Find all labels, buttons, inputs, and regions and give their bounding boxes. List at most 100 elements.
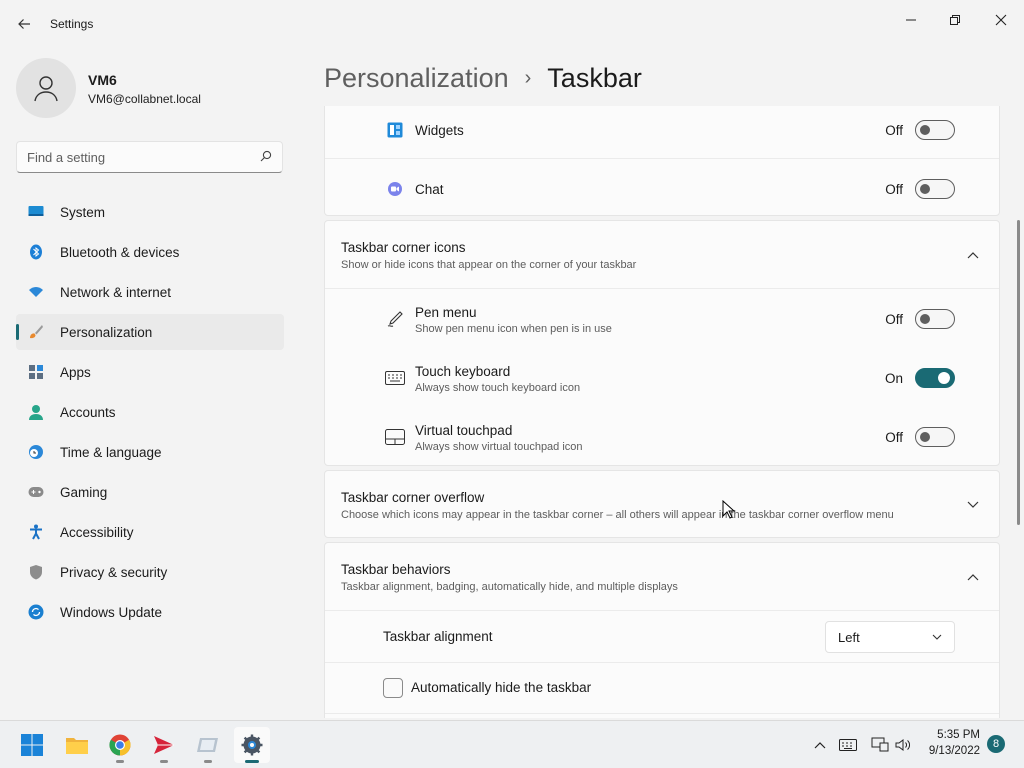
volume-tray-icon[interactable] (893, 735, 913, 755)
chevron-up-icon[interactable] (965, 247, 981, 263)
update-icon (28, 604, 44, 620)
running-indicator (116, 760, 124, 763)
widgets-state: Off (885, 123, 903, 138)
taskbar-behaviors-header[interactable]: Taskbar behaviors Taskbar alignment, bad… (325, 543, 999, 611)
dropdown-value: Left (838, 629, 860, 645)
user-icon (34, 76, 58, 102)
search-icon[interactable] (260, 150, 272, 165)
show-hidden-icons-icon[interactable] (810, 735, 830, 755)
sidebar-nav: System Bluetooth & devices Network & int… (16, 194, 284, 634)
chat-toggle[interactable] (915, 179, 955, 199)
section-subtitle: Choose which icons may appear in the tas… (341, 509, 894, 521)
pen-menu-toggle[interactable] (915, 309, 955, 329)
minimize-button[interactable] (888, 4, 934, 36)
running-indicator (245, 760, 259, 763)
sidebar-item-label: Network & internet (60, 284, 172, 300)
taskbar (0, 720, 1024, 768)
chat-row: Chat Off (325, 159, 999, 217)
running-indicator (160, 760, 168, 763)
shield-icon (28, 564, 44, 580)
remote-app-button[interactable] (190, 727, 226, 763)
virtual-touchpad-label: Virtual touchpad (415, 423, 513, 438)
start-button[interactable] (14, 727, 50, 763)
autohide-label[interactable]: Automatically hide the taskbar (411, 680, 591, 695)
sidebar-item-windows-update[interactable]: Windows Update (16, 594, 284, 630)
touch-keyboard-toggle[interactable] (915, 368, 955, 388)
search-box[interactable] (16, 141, 283, 173)
chevron-up-icon[interactable] (965, 569, 981, 585)
sidebar-item-gaming[interactable]: Gaming (16, 474, 284, 510)
sidebar-item-accessibility[interactable]: Accessibility (16, 514, 284, 550)
send-app-icon (154, 736, 174, 754)
touch-keyboard-tray-icon[interactable] (838, 735, 858, 755)
settings-gear-icon (241, 734, 263, 756)
sidebar-item-label: Apps (60, 364, 91, 380)
send-app-button[interactable] (146, 727, 182, 763)
back-button[interactable] (12, 12, 36, 36)
bluetooth-icon (28, 244, 44, 260)
chevron-down-icon[interactable] (965, 497, 981, 513)
sidebar-item-bluetooth[interactable]: Bluetooth & devices (16, 234, 284, 270)
autohide-checkbox[interactable] (383, 678, 403, 698)
user-email: VM6@collabnet.local (88, 92, 201, 106)
widgets-toggle[interactable] (915, 120, 955, 140)
taskbar-corner-overflow-card[interactable]: Taskbar corner overflow Choose which ico… (324, 470, 1000, 538)
back-arrow-icon (18, 19, 30, 29)
breadcrumb-parent[interactable]: Personalization (324, 63, 509, 94)
section-subtitle: Show or hide icons that appear on the co… (341, 259, 637, 271)
sidebar-item-label: Windows Update (60, 604, 163, 620)
mouse-cursor-icon (722, 500, 736, 519)
sidebar-item-personalization[interactable]: Personalization (16, 314, 284, 350)
chat-state: Off (885, 182, 903, 197)
taskbar-behaviors-card: Taskbar behaviors Taskbar alignment, bad… (324, 542, 1000, 718)
taskbar-alignment-row: Taskbar alignment Left (325, 611, 999, 662)
gamepad-icon (28, 484, 44, 500)
clock-date[interactable]: 9/13/2022 (929, 745, 980, 757)
avatar[interactable] (16, 58, 76, 118)
taskbar-corner-icons-header[interactable]: Taskbar corner icons Show or hide icons … (325, 221, 999, 289)
file-explorer-icon (66, 738, 88, 754)
breadcrumb: Personalization › Taskbar (324, 58, 642, 98)
taskbar-alignment-dropdown[interactable]: Left (825, 621, 955, 653)
page-title: Taskbar (547, 62, 642, 93)
sidebar-item-label: System (60, 204, 106, 220)
sidebar-item-label: Time & language (60, 444, 162, 460)
sidebar-item-apps[interactable]: Apps (16, 354, 284, 390)
sidebar-item-privacy-security[interactable]: Privacy & security (16, 554, 284, 590)
touch-keyboard-label: Touch keyboard (415, 364, 511, 379)
sidebar-item-label: Privacy & security (60, 564, 168, 580)
section-title: Taskbar corner overflow (341, 490, 485, 505)
brush-icon (28, 324, 44, 340)
notification-badge[interactable]: 8 (987, 735, 1005, 753)
file-explorer-button[interactable] (59, 727, 95, 763)
sidebar-item-label: Personalization (60, 324, 153, 340)
sidebar-item-time-language[interactable]: Time & language (16, 434, 284, 470)
pen-menu-state: Off (885, 312, 903, 327)
chevron-down-icon (932, 634, 942, 640)
sidebar-item-system[interactable]: System (16, 194, 284, 230)
sidebar-item-accounts[interactable]: Accounts (16, 394, 284, 430)
clock-globe-icon (28, 444, 44, 460)
accounts-icon (28, 404, 44, 420)
scrollbar[interactable] (1017, 220, 1020, 525)
taskbar-corner-icons-card: Taskbar corner icons Show or hide icons … (324, 220, 1000, 466)
chrome-button[interactable] (102, 727, 138, 763)
close-button[interactable] (978, 4, 1024, 36)
network-tray-icon[interactable] (870, 735, 890, 755)
settings-button[interactable] (234, 727, 270, 763)
user-name: VM6 (88, 72, 117, 88)
clock-time[interactable]: 5:35 PM (937, 729, 980, 741)
search-input[interactable] (27, 149, 260, 165)
chrome-icon (109, 734, 131, 756)
touch-keyboard-row: Touch keyboard Always show touch keyboar… (325, 348, 999, 407)
section-title: Taskbar behaviors (341, 562, 451, 577)
taskbar-items-card: Widgets Off Chat Off (324, 106, 1000, 216)
virtual-touchpad-toggle[interactable] (915, 427, 955, 447)
sidebar-item-network[interactable]: Network & internet (16, 274, 284, 310)
pen-menu-description: Show pen menu icon when pen is in use (415, 323, 612, 335)
minimize-icon (906, 19, 916, 21)
maximize-button[interactable] (932, 4, 978, 36)
touch-keyboard-state: On (884, 371, 903, 386)
sidebar-item-label: Accounts (60, 404, 116, 420)
breadcrumb-separator-icon: › (524, 66, 532, 89)
